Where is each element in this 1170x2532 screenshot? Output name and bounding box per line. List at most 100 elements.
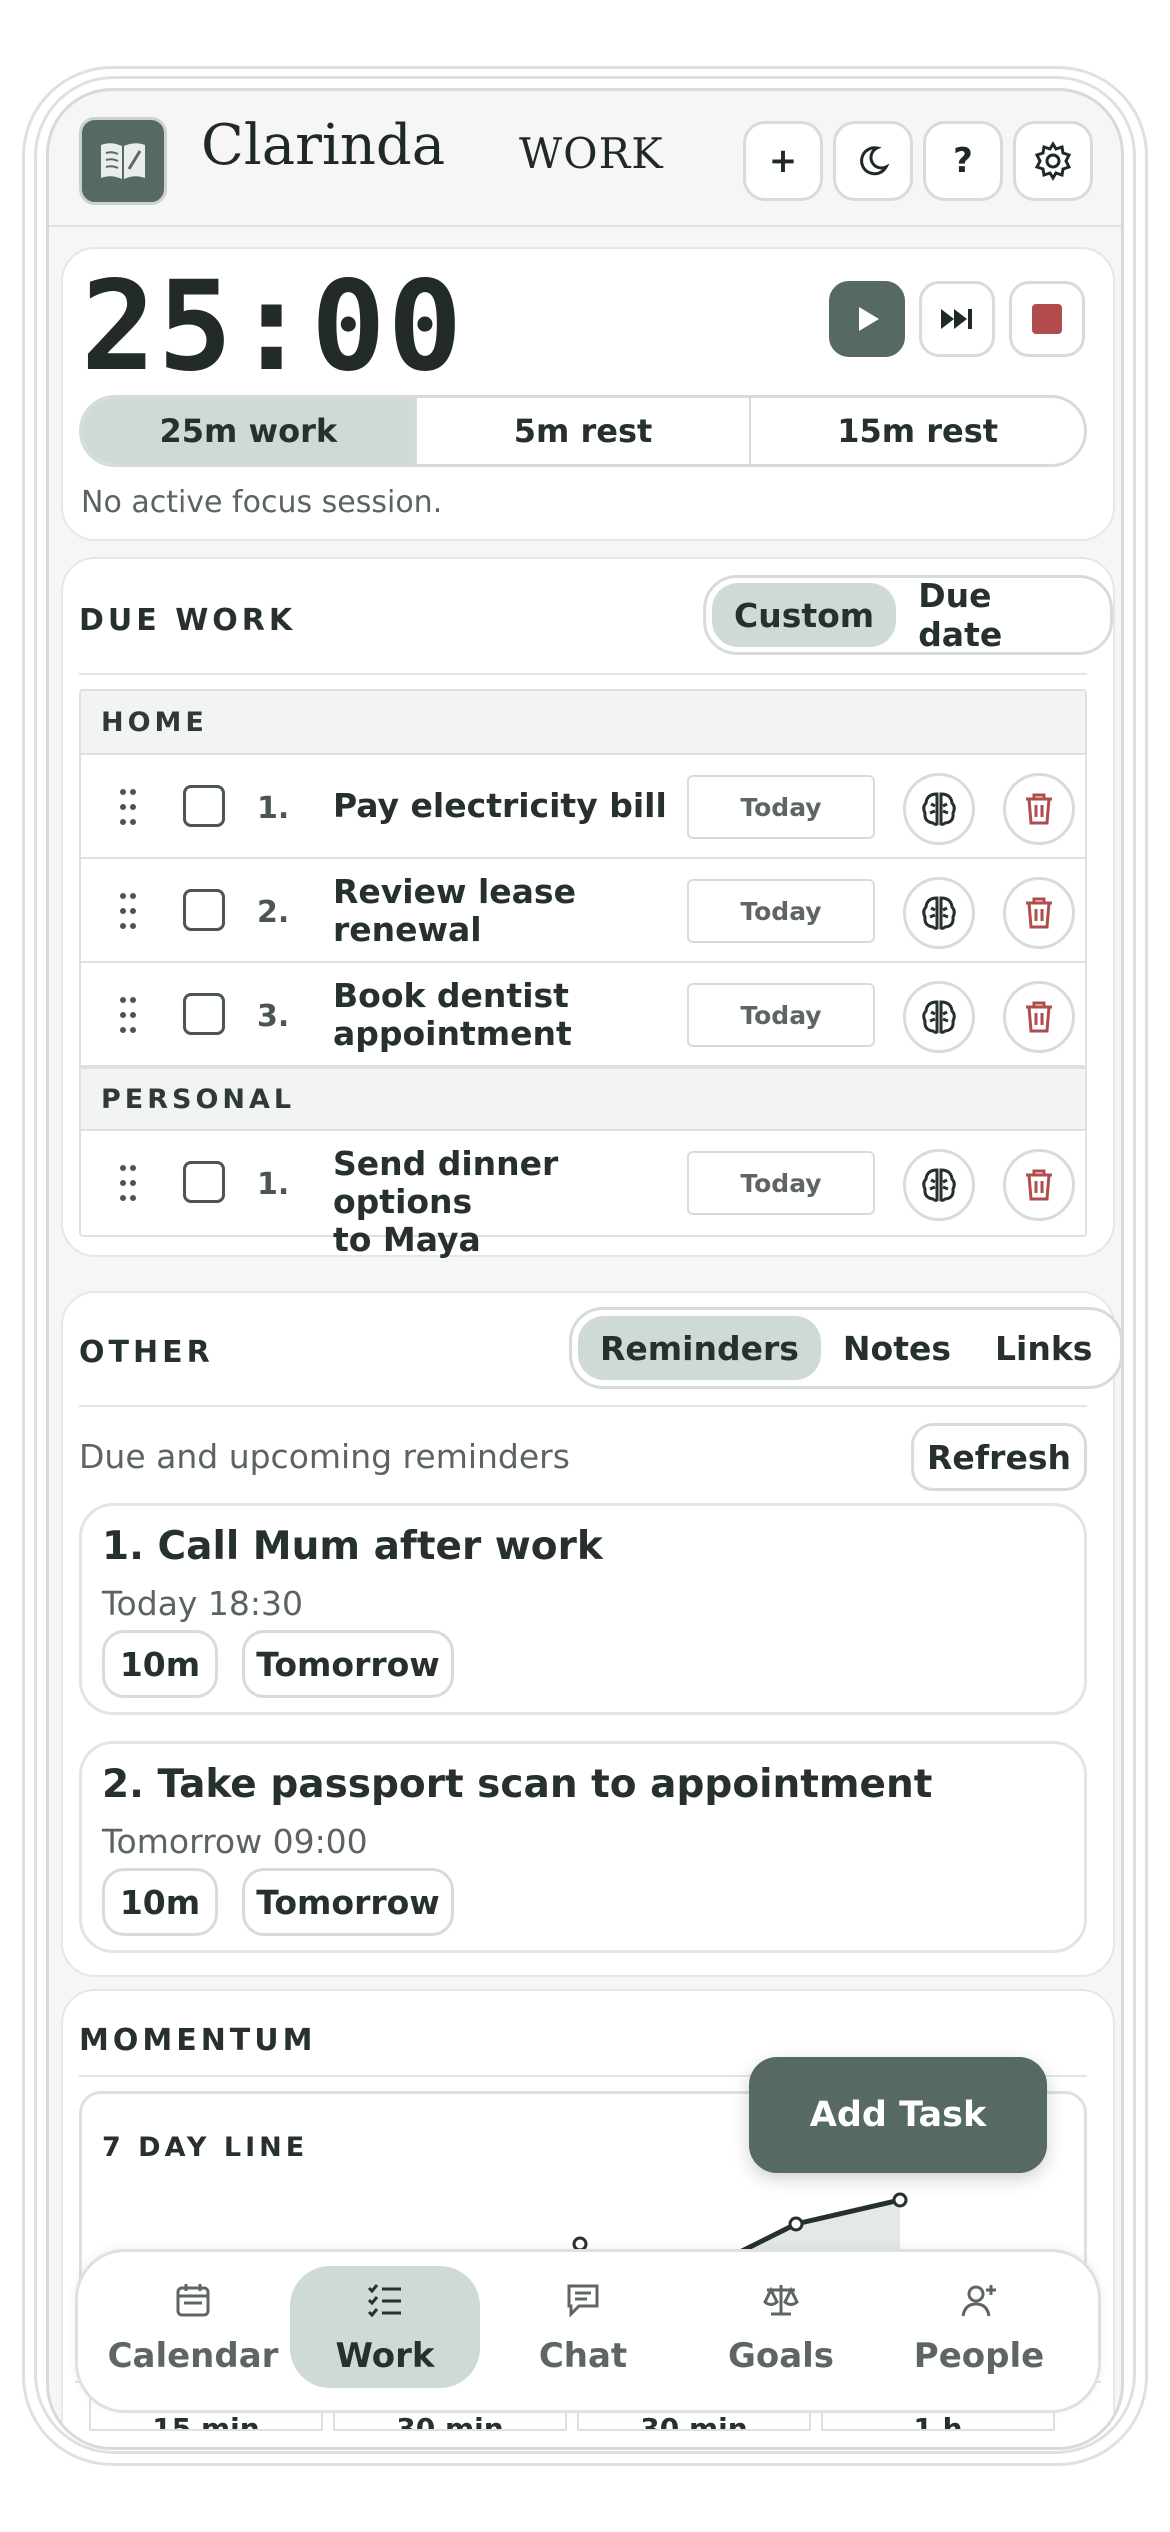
nav-chat[interactable]: Chat (488, 2266, 678, 2388)
play-button[interactable] (829, 281, 905, 357)
stop-button[interactable] (1009, 281, 1085, 357)
nav-goals[interactable]: Goals (686, 2266, 876, 2388)
nav-calendar[interactable]: Calendar (98, 2266, 288, 2388)
data-point (892, 2192, 908, 2208)
reminder-card: 1. Call Mum after work Today 18:30 10m T… (79, 1503, 1087, 1715)
momentum-title: MOMENTUM (79, 2023, 317, 2058)
task-row: 1. Pay electricity bill Today (81, 755, 1085, 859)
help-button[interactable]: ? (923, 121, 1003, 201)
focus-button[interactable] (903, 981, 975, 1053)
timer-preset-selector: 25m work 5m rest 15m rest (79, 395, 1087, 467)
trash-icon (1026, 1169, 1052, 1201)
group-header-home: HOME (81, 691, 1085, 755)
nav-people[interactable]: People (884, 2266, 1074, 2388)
preset-15m-rest[interactable]: 15m rest (751, 398, 1084, 464)
add-button[interactable]: + (743, 121, 823, 201)
calendar-icon (176, 2284, 210, 2317)
session-status: No active focus session. (81, 485, 443, 520)
focus-button[interactable] (903, 1149, 975, 1221)
plus-icon: + (768, 141, 798, 181)
trash-icon (1026, 897, 1052, 929)
reminder-time: Today 18:30 (102, 1584, 304, 1623)
timer-display: 25:00 (81, 255, 465, 399)
task-number: 1. (257, 1167, 290, 1202)
other-card: OTHER Reminders Notes Links Due and upco… (61, 1291, 1121, 1977)
bottom-nav: Calendar Work Chat Goals People (75, 2249, 1101, 2413)
drag-handle-icon[interactable] (119, 995, 137, 1035)
due-badge[interactable]: Today (687, 775, 875, 839)
gear-icon (1034, 141, 1072, 181)
nav-label: Chat (538, 2336, 628, 2376)
refresh-button[interactable]: Refresh (911, 1423, 1087, 1491)
task-title: Send dinner options to Maya (333, 1144, 559, 1259)
nav-work[interactable]: Work (290, 2266, 480, 2388)
brain-icon (922, 896, 956, 930)
task-title: Review lease renewal (333, 872, 576, 949)
task-number: 2. (257, 895, 290, 930)
preset-25m-work[interactable]: 25m work (82, 398, 417, 464)
delete-button[interactable] (1003, 877, 1075, 949)
stop-icon (1032, 304, 1062, 334)
postpone-button[interactable]: Tomorrow (242, 1868, 454, 1936)
due-badge[interactable]: Today (687, 1151, 875, 1215)
delete-button[interactable] (1003, 981, 1075, 1053)
brain-icon (922, 1168, 956, 1202)
task-checkbox[interactable] (183, 785, 225, 827)
task-number: 3. (257, 999, 290, 1034)
reminders-subtitle: Due and upcoming reminders (79, 1437, 570, 1476)
add-task-button[interactable]: Add Task (749, 2057, 1047, 2173)
reminder-card: 2. Take passport scan to appointment Tom… (79, 1741, 1087, 1953)
section-divider (79, 673, 1087, 675)
delete-button[interactable] (1003, 773, 1075, 845)
reminder-title: 1. Call Mum after work (102, 1524, 603, 1569)
tab-notes[interactable]: Notes (821, 1316, 973, 1380)
nav-label: Goals (727, 2336, 835, 2376)
play-icon (859, 307, 879, 331)
dark-mode-button[interactable] (833, 121, 913, 201)
focus-button[interactable] (903, 773, 975, 845)
app-header: Clarinda WORK + ? (49, 91, 1121, 227)
task-title: Book dentist appointment (333, 976, 572, 1053)
drag-handle-icon[interactable] (119, 891, 137, 931)
trash-icon (1026, 793, 1052, 825)
drag-handle-icon[interactable] (119, 787, 137, 827)
drag-handle-icon[interactable] (119, 1163, 137, 1203)
app-window: Clarinda WORK + ? 25:00 25m work 5m rest… (46, 88, 1124, 2450)
task-row: 3. Book dentist appointment Today (81, 963, 1085, 1067)
delete-button[interactable] (1003, 1149, 1075, 1221)
tab-reminders[interactable]: Reminders (578, 1316, 821, 1380)
postpone-button[interactable]: Tomorrow (242, 1630, 454, 1698)
snooze-button[interactable]: 10m (102, 1630, 218, 1698)
sort-toggle: Custom Due date (703, 575, 1113, 655)
skip-forward-icon (941, 309, 972, 329)
task-list: HOME 1. Pay electricity bill Today 2. Re… (79, 689, 1087, 1259)
help-icon: ? (953, 141, 973, 181)
tab-links[interactable]: Links (973, 1316, 1114, 1380)
person-add-icon (961, 2285, 996, 2317)
due-work-card: DUE WORK Custom Due date HOME 1. Pay ele… (61, 557, 1115, 1259)
due-badge[interactable]: Today (687, 983, 875, 1047)
settings-button[interactable] (1013, 121, 1093, 201)
task-checkbox[interactable] (183, 889, 225, 931)
data-point (788, 2216, 804, 2232)
section-divider (79, 1405, 1087, 1407)
due-work-title: DUE WORK (79, 603, 297, 638)
moon-icon (860, 146, 890, 176)
other-tabs: Reminders Notes Links (569, 1307, 1121, 1389)
sort-custom[interactable]: Custom (712, 583, 897, 647)
task-checkbox[interactable] (183, 1161, 225, 1203)
app-brand: Clarinda (201, 113, 446, 178)
task-row: 2. Review lease renewal Today (81, 859, 1085, 963)
sort-due-date[interactable]: Due date (896, 576, 1104, 654)
reminder-time: Tomorrow 09:00 (102, 1822, 368, 1861)
due-badge[interactable]: Today (687, 879, 875, 943)
chat-icon (567, 2284, 599, 2318)
preset-5m-rest[interactable]: 5m rest (417, 398, 752, 464)
skip-button[interactable] (919, 281, 995, 357)
focus-button[interactable] (903, 877, 975, 949)
snooze-button[interactable]: 10m (102, 1868, 218, 1936)
brain-icon (922, 792, 956, 826)
trash-icon (1026, 1001, 1052, 1033)
task-title: Pay electricity bill (333, 786, 667, 825)
task-checkbox[interactable] (183, 993, 225, 1035)
